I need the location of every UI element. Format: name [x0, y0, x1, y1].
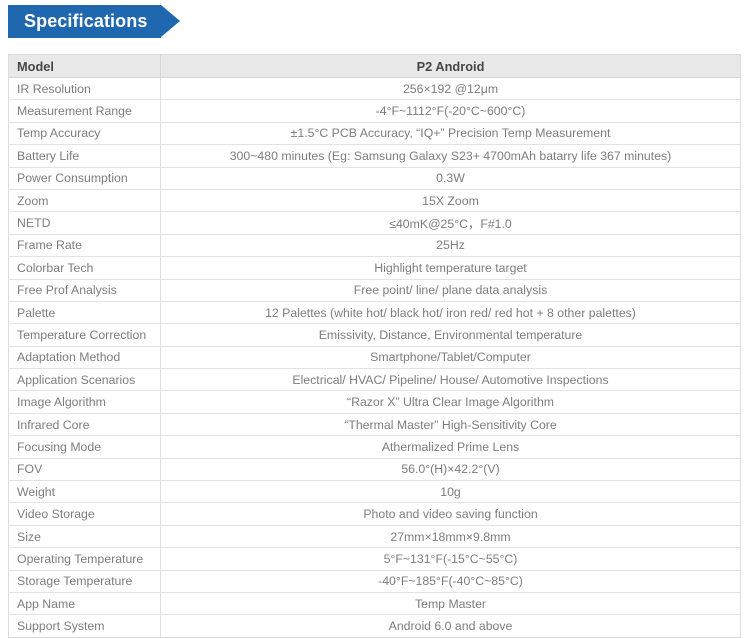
spec-label: Temp Accuracy [8, 122, 161, 146]
table-row: FOV 56.0°(H)×42.2°(V) [8, 458, 741, 482]
specifications-table-container: Model P2 Android IR Resolution 256×192 @1… [8, 54, 741, 638]
spec-label: Measurement Range [8, 99, 161, 123]
table-row: Battery Life 300~480 minutes (Eg: Samsung… [8, 144, 741, 168]
table-row: Free Prof Analysis Free point/ line/ plan… [8, 279, 741, 302]
spec-value: -4°F~1112°F(-20°C~600°C) [160, 99, 741, 123]
table-row: Weight 10g [8, 480, 741, 504]
spec-value: 5°F~131°F(-15°C~55°C) [160, 547, 741, 571]
table-row: App Name Temp Master [8, 592, 741, 616]
spec-value: Android 6.0 and above [388, 619, 513, 634]
spec-label: Adaptation Method [8, 346, 161, 370]
spec-value: 0.3W [160, 167, 741, 190]
spec-label: Image Algorithm [8, 390, 161, 414]
spec-value: Smartphone/Tablet/Computer [160, 346, 741, 370]
spec-label: Video Storage [8, 502, 161, 526]
spec-value: 256×192 @12μm [160, 77, 741, 101]
spec-value: ±1.5°C PCB Accuracy, “IQ+” Precision Tem… [160, 122, 741, 146]
table-row: Focusing Mode Athermalized Prime Lens [8, 435, 741, 459]
spec-value: 300~480 minutes (Eg: Samsung Galaxy S23+… [160, 144, 741, 168]
spec-value: Athermalized Prime Lens [160, 435, 741, 459]
spec-label: App Name [8, 592, 161, 616]
table-header-value: P2 Android [160, 54, 741, 78]
table-row: Temp Accuracy ±1.5°C PCB Accuracy, “IQ+” … [8, 122, 741, 146]
section-title: Specifications [24, 11, 148, 31]
table-row: Measurement Range -4°F~1112°F(-20°C~600°C… [8, 99, 741, 123]
banner-body: Specifications [8, 5, 181, 38]
table-row: Frame Rate 25Hz [8, 234, 741, 258]
spec-label: IR Resolution [8, 77, 161, 101]
spec-value: Photo and video saving function [160, 502, 741, 526]
spec-label: Operating Temperature [8, 547, 161, 571]
spec-value: 25Hz [160, 234, 741, 258]
spec-label: Focusing Mode [8, 435, 161, 459]
spec-value: Electrical/ HVAC/ Pipeline/ House/ Autom… [160, 368, 741, 392]
table-header-row: Model P2 Android [8, 54, 741, 78]
table-row: Infrared Core “Thermal Master” High-Sensi… [8, 413, 741, 437]
specifications-table: Model P2 Android IR Resolution 256×192 @1… [8, 54, 741, 638]
spec-value: ≤40mK@25°C，F#1.0 [160, 211, 741, 235]
table-row: Operating Temperature 5°F~131°F(-15°C~55°… [8, 547, 741, 571]
spec-label: Palette [8, 301, 161, 325]
spec-label: Temperature Correction [8, 323, 161, 347]
spec-label: NETD [8, 211, 161, 235]
table-row: Adaptation Method Smartphone/Tablet/Compu… [8, 346, 741, 370]
spec-value: “Razor X” Ultra Clear Image Algorithm [160, 390, 741, 414]
spec-label: Application Scenarios [8, 368, 161, 392]
spec-label: Free Prof Analysis [8, 279, 161, 302]
spec-value: -40°F~185°F(-40°C~85°C) [160, 570, 741, 593]
table-row: NETD ≤40mK@25°C，F#1.0 [8, 211, 741, 235]
specifications-table-body: Model P2 Android IR Resolution 256×192 @1… [8, 54, 741, 638]
table-row: Temperature Correction Emissivity, Distan… [8, 323, 741, 347]
spec-label: Infrared Core [8, 413, 161, 437]
banner-arrow-icon [161, 5, 181, 37]
spec-value: 10g [160, 480, 741, 504]
table-row: Palette 12 Palettes (white hot/ black hot… [8, 301, 741, 325]
table-row: Image Algorithm “Razor X” Ultra Clear Ima… [8, 390, 741, 414]
spec-value: Free point/ line/ plane data analysis [160, 279, 741, 302]
spec-value: 15X Zoom [160, 189, 741, 213]
spec-value: “Thermal Master” High-Sensitivity Core [160, 413, 741, 437]
spec-label: Support System [8, 614, 161, 638]
table-header-label: Model [8, 54, 161, 78]
table-row: Support System Android 6.0 and above [8, 614, 741, 638]
table-row: Colorbar Tech Highlight temperature targe… [8, 256, 741, 280]
spec-value: 27mm×18mm×9.8mm [160, 525, 741, 549]
table-row: Zoom 15X Zoom [8, 189, 741, 213]
spec-label: Battery Life [8, 144, 161, 168]
spec-label: Size [8, 525, 161, 549]
spec-value: Emissivity, Distance, Environmental temp… [160, 323, 741, 347]
spec-value: 12 Palettes (white hot/ black hot/ iron … [160, 301, 741, 325]
spec-label: Storage Temperature [8, 570, 161, 593]
table-row: Video Storage Photo and video saving func… [8, 502, 741, 526]
table-row: IR Resolution 256×192 @12μm [8, 77, 741, 101]
table-row: Application Scenarios Electrical/ HVAC/ P… [8, 368, 741, 392]
spec-value: Temp Master [160, 592, 741, 616]
spec-label: Frame Rate [8, 234, 161, 258]
table-row: Storage Temperature -40°F~185°F(-40°C~85°… [8, 570, 741, 593]
table-row: Power Consumption 0.3W [8, 167, 741, 190]
spec-label: Zoom [8, 189, 161, 213]
spec-value: Highlight temperature target [160, 256, 741, 280]
spec-value: 56.0°(H)×42.2°(V) [160, 458, 741, 482]
table-row: Size 27mm×18mm×9.8mm [8, 525, 741, 549]
spec-label: Weight [8, 480, 161, 504]
spec-label: Colorbar Tech [8, 256, 161, 280]
spec-label: Power Consumption [8, 167, 161, 190]
section-header-banner: Specifications [8, 5, 181, 38]
spec-label: FOV [8, 458, 161, 482]
